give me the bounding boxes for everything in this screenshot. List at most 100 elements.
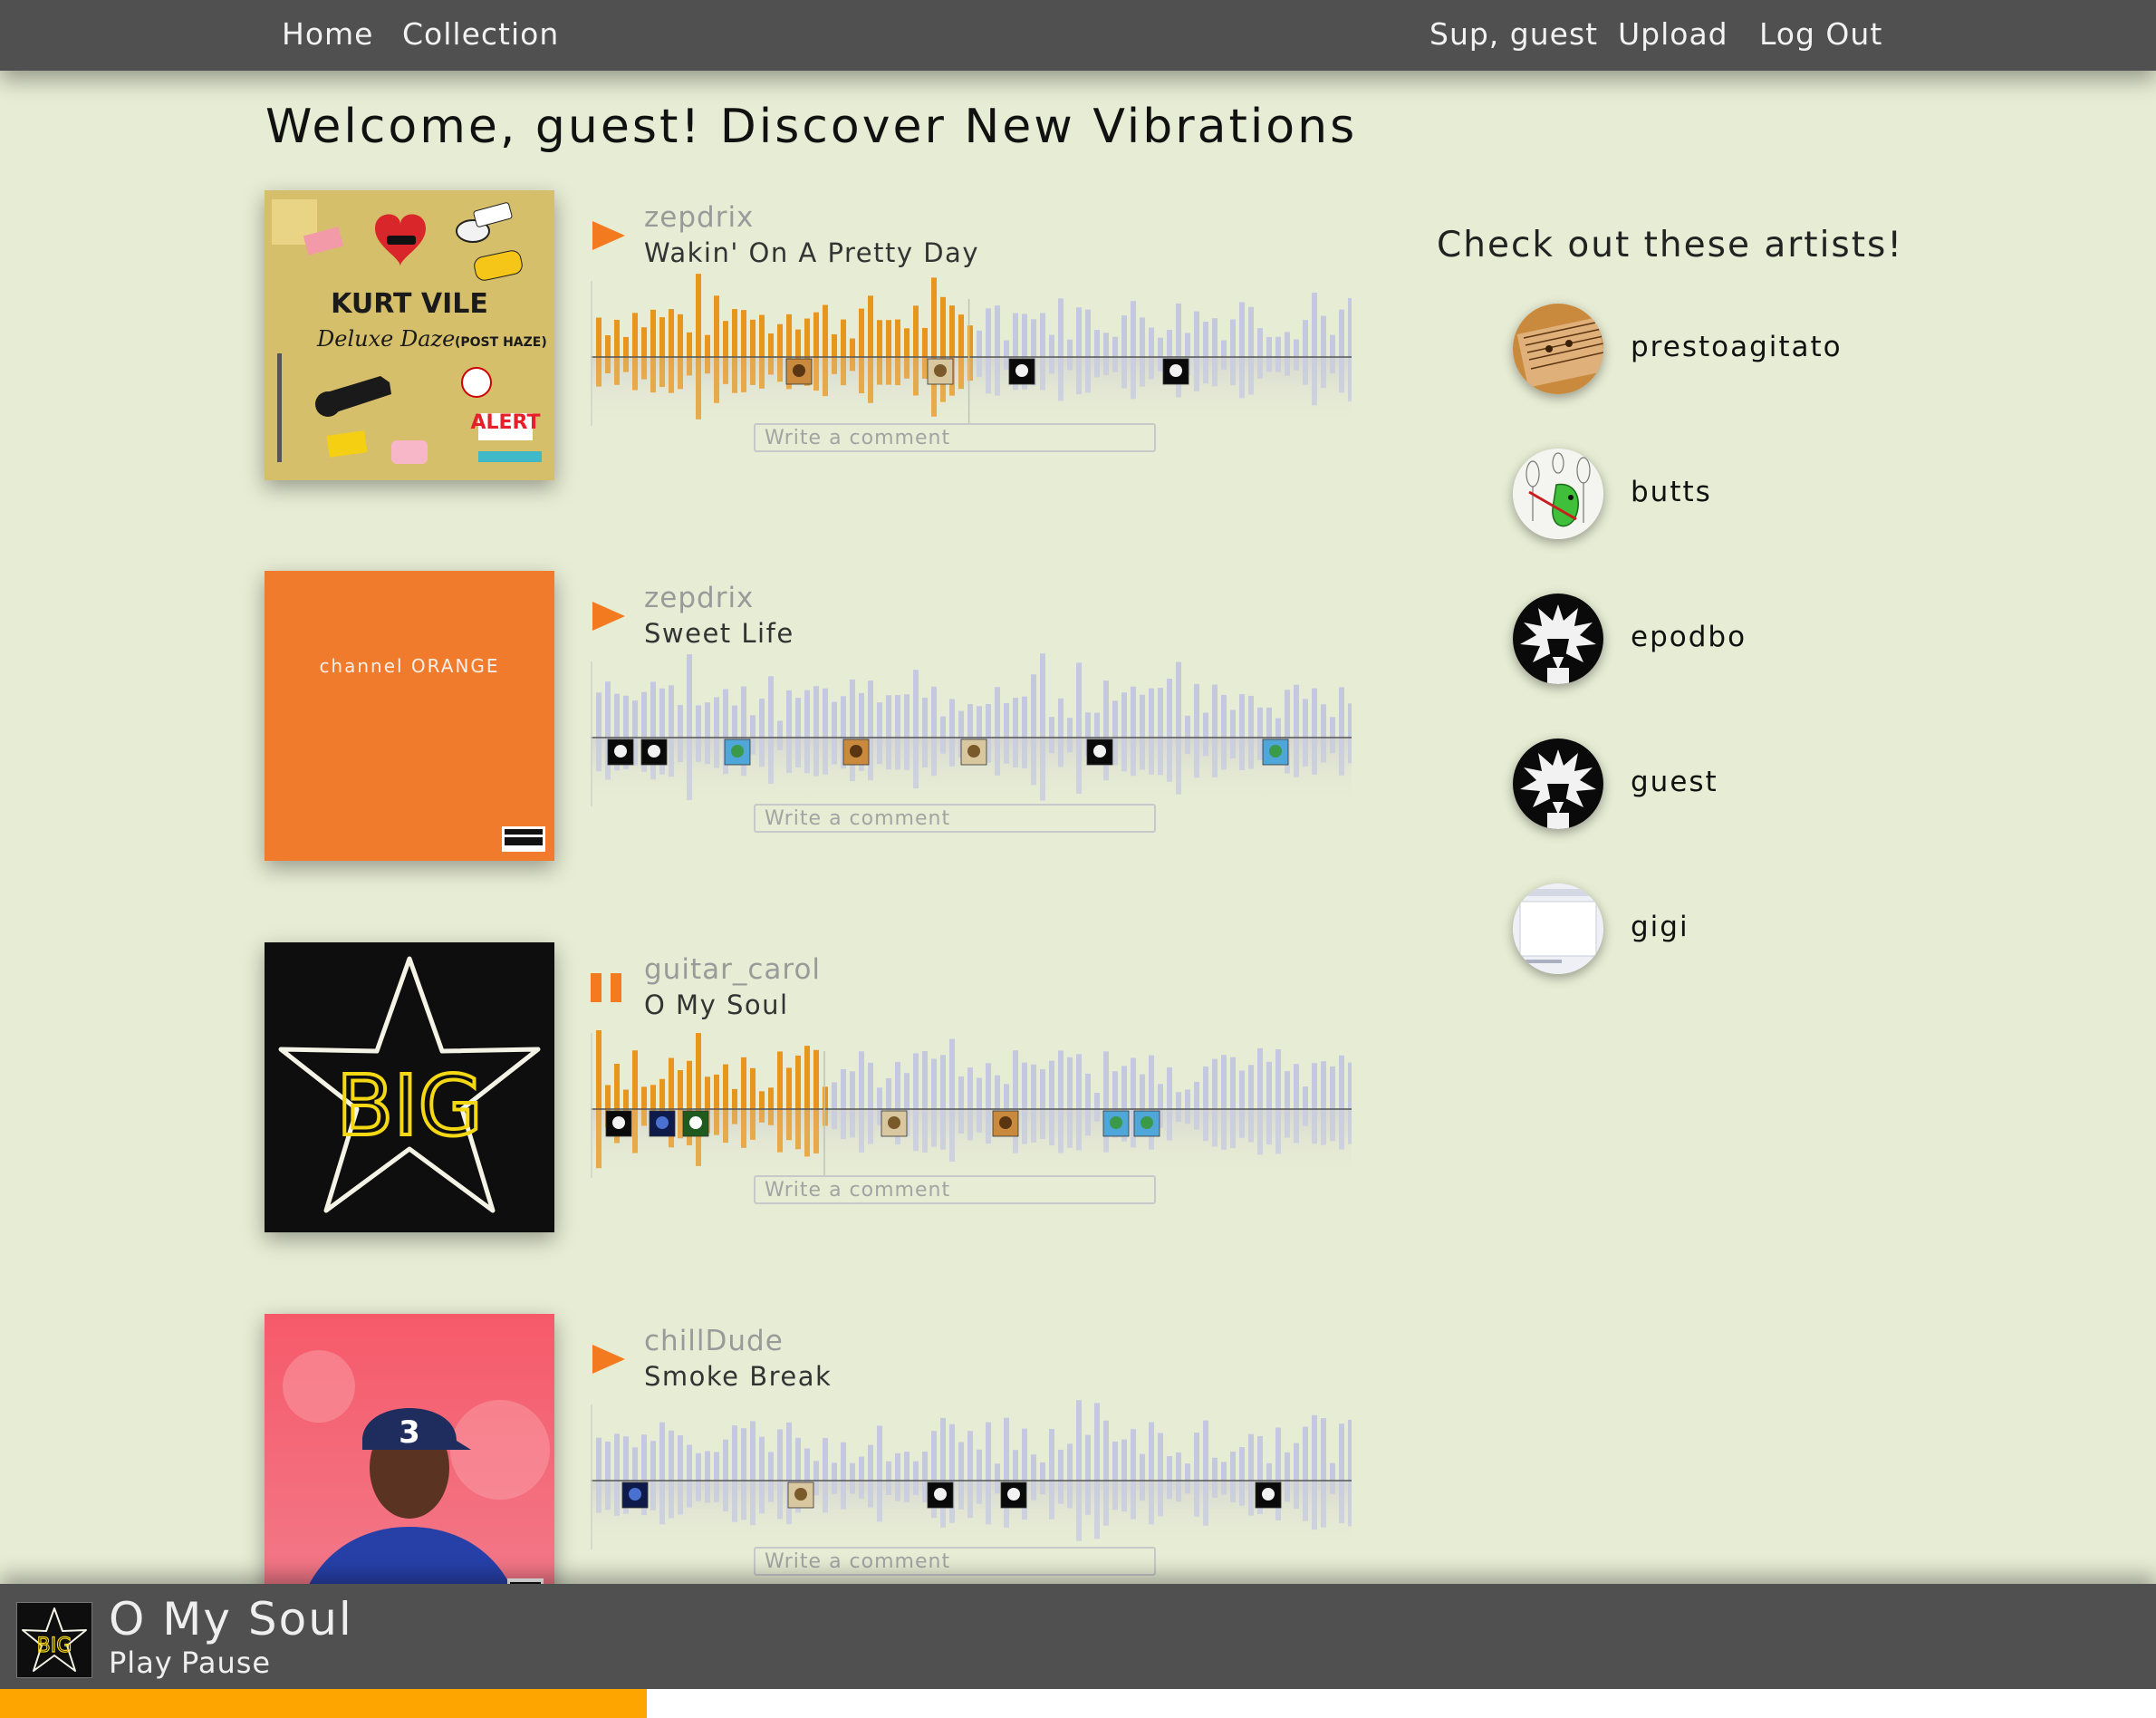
comment-marker[interactable]: [785, 358, 813, 385]
waveform-bar-reflection: [1076, 738, 1082, 794]
waveform-bar: [650, 1441, 656, 1481]
artist-item[interactable]: epodbo: [1513, 594, 1893, 688]
album-cover[interactable]: BIG: [265, 942, 554, 1232]
artist-name[interactable]: gigi: [1631, 911, 1689, 943]
waveform-bar: [1158, 1084, 1163, 1109]
comment-marker[interactable]: [1162, 358, 1189, 385]
comment-marker[interactable]: [1008, 358, 1035, 385]
waveform-bar-reflection: [777, 738, 783, 750]
artist-item[interactable]: gigi: [1513, 883, 1893, 978]
comment-marker[interactable]: [927, 358, 954, 385]
comment-marker[interactable]: [842, 738, 870, 766]
waveform-bar: [922, 697, 928, 738]
comment-marker[interactable]: [605, 1110, 632, 1137]
artist-item[interactable]: prestoagitato: [1513, 304, 1893, 398]
waveform[interactable]: [591, 245, 1352, 426]
waveform-bar: [850, 338, 855, 357]
comment-marker[interactable]: [1133, 1110, 1160, 1137]
player-play-button[interactable]: Play: [109, 1646, 173, 1680]
comment-marker[interactable]: [621, 1482, 649, 1509]
artist-name[interactable]: epodbo: [1631, 621, 1747, 653]
waveform[interactable]: [591, 997, 1352, 1178]
track-artist-link[interactable]: chillDude: [644, 1325, 784, 1357]
artist-name[interactable]: butts: [1631, 476, 1712, 508]
waveform-bar: [759, 1091, 765, 1109]
waveform-bar: [841, 319, 846, 357]
track-artist-link[interactable]: guitar_carol: [644, 953, 821, 986]
nav-logout-link[interactable]: Log Out: [1759, 16, 1882, 52]
waveform-bar: [1348, 297, 1352, 357]
waveform-bar-reflection: [1067, 357, 1073, 371]
comment-marker[interactable]: [1262, 738, 1289, 766]
track-artist-link[interactable]: zepdrix: [644, 582, 754, 614]
comment-marker[interactable]: [640, 738, 668, 766]
waveform-bar: [1022, 314, 1027, 357]
comment-marker[interactable]: [649, 1110, 676, 1137]
comment-marker[interactable]: [1086, 738, 1113, 766]
comment-marker[interactable]: [927, 1482, 954, 1509]
waveform-bar: [678, 704, 683, 738]
waveform-bar-reflection: [795, 738, 801, 767]
progress-bar[interactable]: [0, 1689, 2156, 1718]
waveform-bar-reflection: [696, 1481, 701, 1501]
waveform-bar: [1121, 692, 1127, 738]
comment-marker[interactable]: [881, 1110, 908, 1137]
artist-item[interactable]: butts: [1513, 449, 1893, 543]
comment-marker[interactable]: [1000, 1482, 1027, 1509]
waveform-bar: [1076, 1054, 1082, 1109]
waveform-bar: [1230, 1057, 1236, 1109]
nav-upload-link[interactable]: Upload: [1618, 16, 1728, 52]
comment-input[interactable]: [754, 804, 1156, 833]
waveform-bar-reflection: [1275, 1109, 1281, 1154]
album-cover[interactable]: channel ORANGE: [265, 571, 554, 861]
waveform-bar-reflection: [1140, 738, 1145, 770]
waveform-bar-reflection: [904, 738, 910, 770]
comment-input[interactable]: [754, 1175, 1156, 1204]
waveform-bar: [995, 1075, 1000, 1109]
comment-marker[interactable]: [607, 738, 634, 766]
waveform-bar-reflection: [1257, 1109, 1263, 1155]
waveform-bar-reflection: [1049, 1481, 1054, 1520]
artist-item[interactable]: guest: [1513, 738, 1893, 833]
comment-marker[interactable]: [1102, 1110, 1130, 1137]
waveform-bar-reflection: [859, 1481, 864, 1499]
waveform-bar: [1248, 1433, 1254, 1481]
waveform-bar-reflection: [1031, 1481, 1036, 1501]
comment-marker[interactable]: [724, 738, 751, 766]
waveform-bar-reflection: [1067, 1109, 1073, 1148]
waveform-bar-reflection: [1085, 357, 1091, 393]
comment-marker[interactable]: [960, 738, 987, 766]
waveform[interactable]: [591, 625, 1352, 806]
waveform-bar: [614, 1063, 620, 1109]
comment-marker[interactable]: [992, 1110, 1019, 1137]
waveform-bar: [1022, 696, 1027, 738]
cover-text: (POST HAZE): [455, 335, 547, 350]
waveform-bar-reflection: [1004, 357, 1009, 370]
album-cover[interactable]: KURT VILE Deluxe Daze (POST HAZE) ALERT: [265, 190, 554, 480]
player-pause-button[interactable]: Pause: [181, 1646, 271, 1680]
nav-greeting[interactable]: Sup, guest: [1429, 16, 1598, 52]
track-artist-link[interactable]: zepdrix: [644, 201, 754, 234]
waveform-bar: [1085, 1073, 1091, 1109]
comment-marker[interactable]: [787, 1482, 814, 1509]
comment-input[interactable]: [754, 1547, 1156, 1576]
waveform-bar: [841, 1068, 846, 1109]
waveform-bar-reflection: [1022, 738, 1027, 769]
comment-input[interactable]: [754, 423, 1156, 452]
waveform-bar-reflection: [841, 1109, 846, 1140]
artist-name[interactable]: guest: [1631, 766, 1718, 798]
comment-marker[interactable]: [1255, 1482, 1282, 1509]
waveform-bar: [723, 321, 728, 357]
waveform[interactable]: [591, 1368, 1352, 1549]
waveform-bar: [940, 296, 946, 357]
nav-collection-link[interactable]: Collection: [402, 16, 559, 52]
waveform-bar-reflection: [650, 357, 656, 393]
album-cover[interactable]: 3: [265, 1314, 554, 1604]
artist-name[interactable]: prestoagitato: [1631, 331, 1843, 363]
nav-home-link[interactable]: Home: [282, 16, 373, 52]
comment-marker[interactable]: [682, 1110, 709, 1137]
waveform-bar: [623, 695, 629, 738]
waveform-bar: [986, 1422, 991, 1481]
waveform-bar: [1140, 694, 1145, 738]
waveform-bar-reflection: [859, 1109, 864, 1153]
